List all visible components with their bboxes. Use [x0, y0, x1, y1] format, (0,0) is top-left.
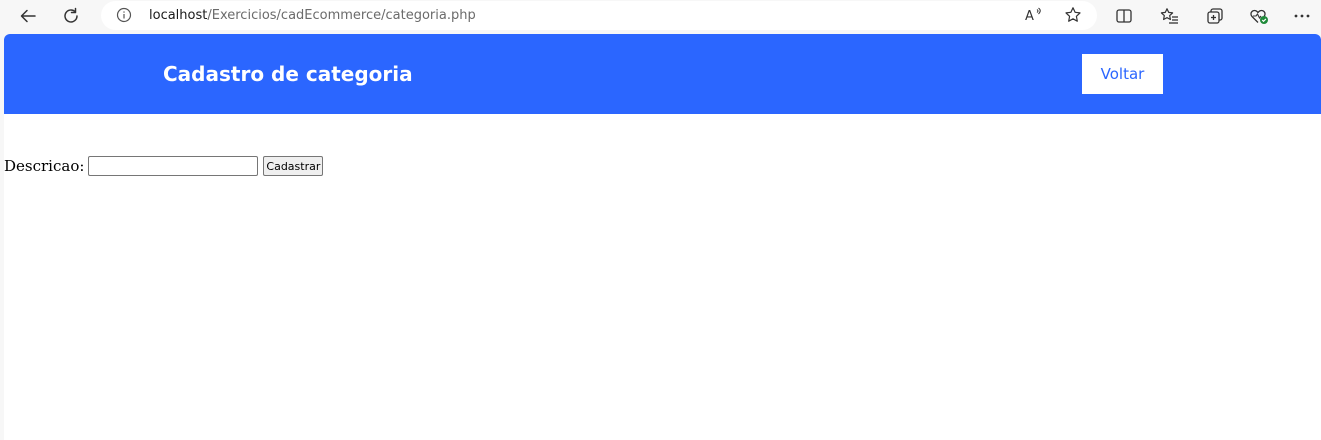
refresh-icon[interactable]	[57, 3, 85, 29]
site-header: Cadastro de categoria Voltar	[4, 34, 1321, 114]
address-bar[interactable]: localhost/Exercicios/cadEcommerce/catego…	[101, 1, 1097, 30]
back-arrow-icon[interactable]	[14, 3, 42, 29]
category-form: Descricao: Cadastrar	[4, 155, 324, 177]
description-input[interactable]	[88, 156, 259, 176]
info-icon[interactable]	[116, 7, 132, 23]
url-text[interactable]: localhost/Exercicios/cadEcommerce/catego…	[149, 7, 476, 24]
submit-button[interactable]: Cadastrar	[263, 156, 324, 176]
description-label: Descricao:	[4, 157, 85, 175]
browser-toolbar: localhost/Exercicios/cadEcommerce/catego…	[0, 0, 1321, 32]
read-aloud-glyph: A	[1025, 9, 1034, 24]
url-host: localhost	[149, 8, 208, 23]
page-title: Cadastro de categoria	[163, 62, 413, 86]
more-icon[interactable]	[1288, 3, 1316, 29]
split-screen-icon[interactable]	[1110, 3, 1138, 29]
star-icon[interactable]	[1059, 2, 1087, 28]
collections-icon[interactable]	[1201, 3, 1229, 29]
url-path: /Exercicios/cadEcommerce/categoria.php	[207, 8, 476, 23]
browser-essentials-icon[interactable]	[1245, 3, 1273, 29]
page-viewport: Cadastro de categoria Voltar Descricao: …	[4, 34, 1321, 440]
favorites-icon[interactable]	[1156, 3, 1184, 29]
back-button[interactable]: Voltar	[1082, 54, 1163, 94]
read-aloud-icon[interactable]: A	[1019, 2, 1047, 28]
